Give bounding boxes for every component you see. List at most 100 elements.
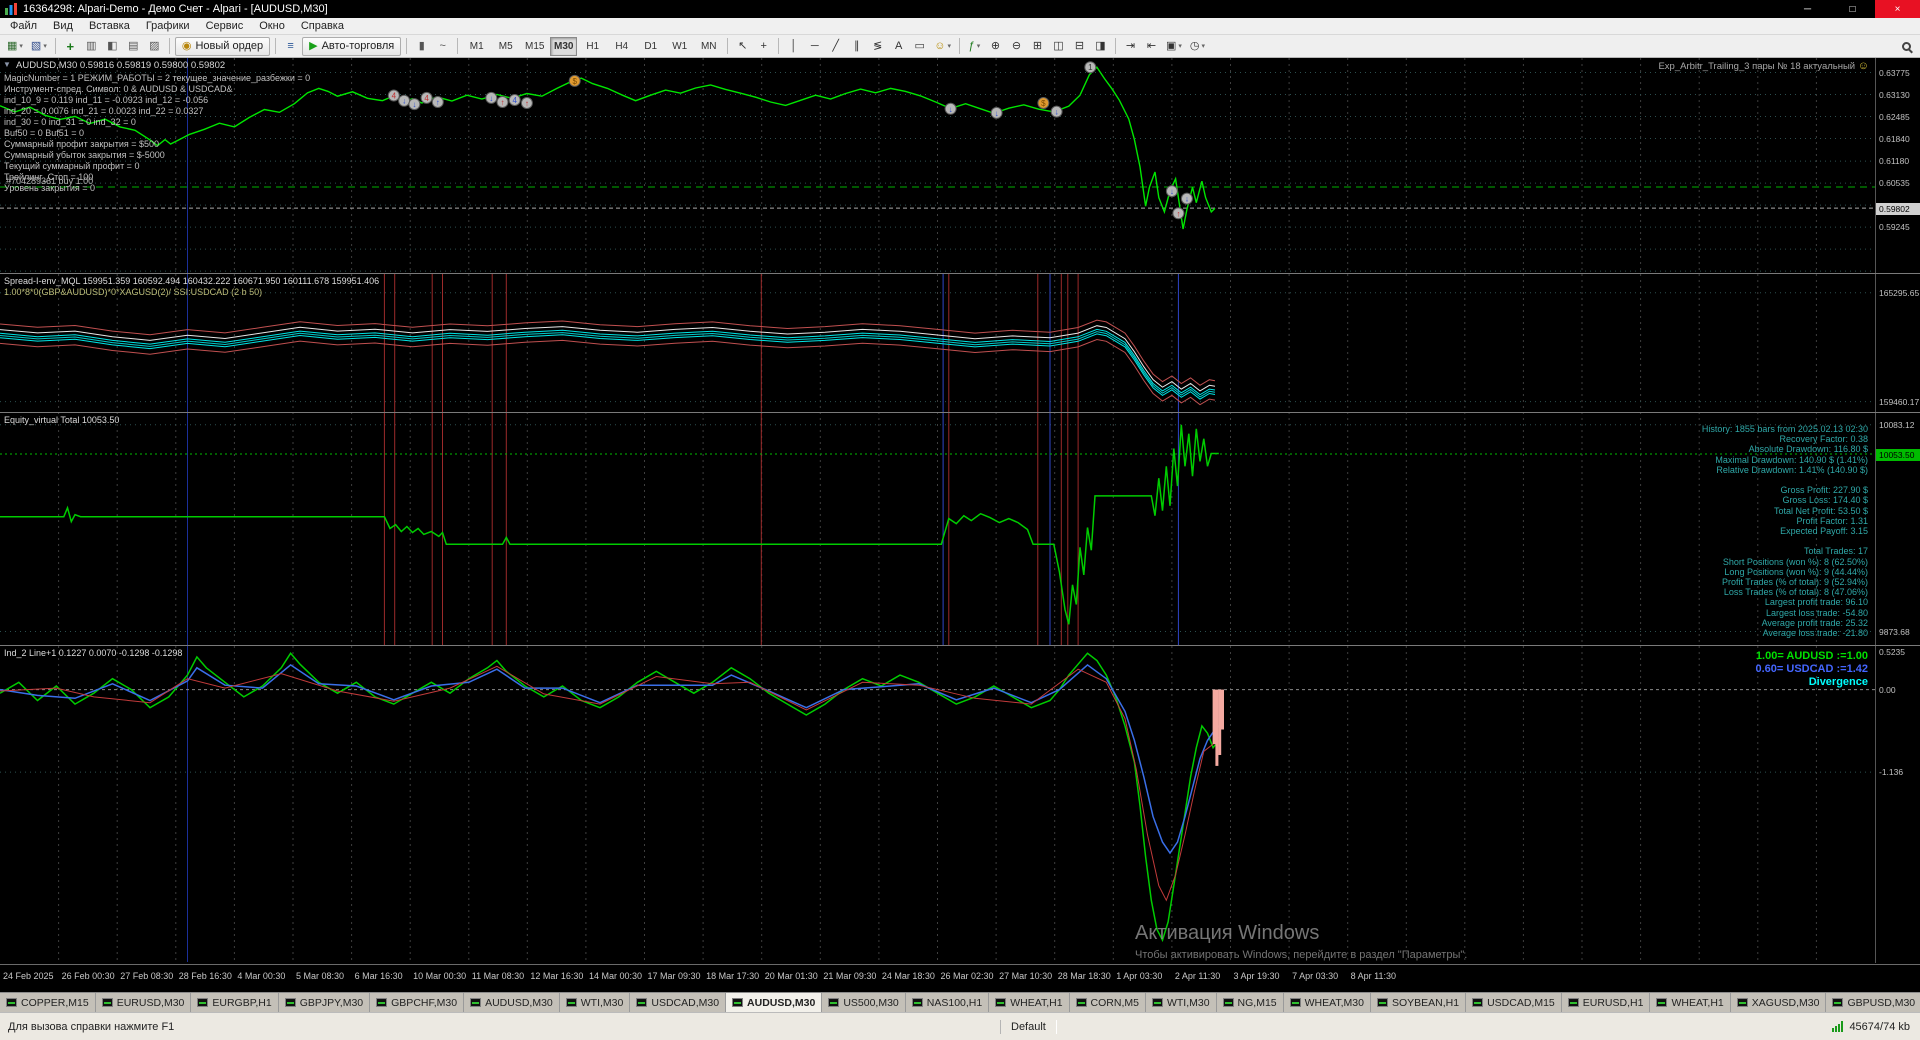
fibonacci-button[interactable]: ≶ <box>868 37 887 56</box>
chart-tab-icon <box>828 998 839 1007</box>
chart-tab-eurusdh1[interactable]: EURUSD,H1 <box>1562 993 1651 1012</box>
dropdown-arrow-icon: ▾ <box>1178 42 1182 50</box>
tile-horizontal-button[interactable]: ⊟ <box>1070 37 1089 56</box>
chart-tab-icon <box>1656 998 1667 1007</box>
chart-tab-audusdm30[interactable]: AUDUSD,M30 <box>464 993 560 1012</box>
chart-tab-wheath1[interactable]: WHEAT,H1 <box>1650 993 1730 1012</box>
indicators-button[interactable]: ƒ▾ <box>965 37 984 56</box>
market-watch-button[interactable]: + <box>61 37 80 56</box>
close-button[interactable]: × <box>1875 0 1920 18</box>
autotrade-icon: ▶ <box>309 41 317 52</box>
timeframe-m30[interactable]: M30 <box>550 37 577 56</box>
time-axis[interactable]: 24 Feb 202526 Feb 00:3027 Feb 08:3028 Fe… <box>0 964 1920 992</box>
chart-tab-eurusdm30[interactable]: EURUSD,M30 <box>96 993 192 1012</box>
timeframe-h1[interactable]: H1 <box>579 37 606 56</box>
menu-charts[interactable]: Графики <box>138 19 198 33</box>
zoom-out-button[interactable]: ⊖ <box>1007 37 1026 56</box>
tile-vertical-button[interactable]: ◨ <box>1091 37 1110 56</box>
menu-insert[interactable]: Вставка <box>81 19 138 33</box>
tile-windows-icon: ⊞ <box>1033 41 1042 52</box>
new-order-button[interactable]: ◉Новый ордер <box>175 37 270 56</box>
strategy-tester-button[interactable]: ▨ <box>145 37 164 56</box>
trendline-button[interactable]: ╱ <box>826 37 845 56</box>
text-label-button[interactable]: ▭ <box>910 37 929 56</box>
chart-tab-audusdm30[interactable]: AUDUSD,M30 <box>726 993 822 1012</box>
chart-canvas[interactable]: 4↓↓4↑↓↑4↑$↓↓$↓1↓↑↓ <box>0 58 1875 963</box>
timeframe-m5[interactable]: M5 <box>492 37 519 56</box>
text-button[interactable]: A <box>889 37 908 56</box>
tile-windows-button[interactable]: ⊞ <box>1028 37 1047 56</box>
chart-tab-soybeanh1[interactable]: SOYBEAN,H1 <box>1371 993 1466 1012</box>
chart-tab-label: CORN,M5 <box>1091 997 1139 1009</box>
status-profile[interactable]: Default <box>1000 1020 1057 1034</box>
chart-tab-copperm15[interactable]: COPPER,M15 <box>0 993 96 1012</box>
timeframe-d1[interactable]: D1 <box>637 37 664 56</box>
chart-tab-wtim30[interactable]: WTI,M30 <box>560 993 631 1012</box>
cascade-windows-button[interactable]: ◫ <box>1049 37 1068 56</box>
chart-tab-usdcadm15[interactable]: USDCAD,M15 <box>1466 993 1562 1012</box>
chart-tab-icon <box>6 998 17 1007</box>
scale-tick: 0.62485 <box>1879 112 1910 122</box>
menu-file[interactable]: Файл <box>2 19 45 33</box>
chart-tab-ngm15[interactable]: NG,M15 <box>1217 993 1284 1012</box>
chart-tab-gbpjpym30[interactable]: GBPJPY,M30 <box>279 993 370 1012</box>
autotrade-button[interactable]: ▶Авто-торговля <box>302 37 401 56</box>
chart-tab-eurgbph1[interactable]: EURGBP,H1 <box>191 993 278 1012</box>
chart-tab-gbpusdm30[interactable]: GBPUSD,M30 <box>1826 993 1920 1012</box>
chart-tab-xagusdm30[interactable]: XAGUSD,M30 <box>1731 993 1827 1012</box>
search-button[interactable] <box>1897 37 1916 56</box>
timeframe-m1[interactable]: M1 <box>463 37 490 56</box>
chart-tab-label: AUDUSD,M30 <box>485 997 553 1009</box>
minimize-button[interactable]: ─ <box>1785 0 1830 18</box>
timeframe-h4[interactable]: H4 <box>608 37 635 56</box>
histogram-bar <box>1213 690 1216 745</box>
time-axis-label: 28 Feb 16:30 <box>179 971 232 981</box>
time-axis-label: 17 Mar 09:30 <box>648 971 701 981</box>
arrows-button[interactable]: ☺▾ <box>931 37 954 56</box>
one-click-trading-toggle[interactable]: ▼ <box>3 60 11 69</box>
panel-divider[interactable] <box>0 412 1920 413</box>
terminal-button[interactable]: ▤ <box>124 37 143 56</box>
chart-tab-us500m30[interactable]: US500,M30 <box>822 993 905 1012</box>
chart-tab-wheatm30[interactable]: WHEAT,M30 <box>1284 993 1371 1012</box>
templates-button[interactable]: ▣▾ <box>1163 37 1185 56</box>
dropdown-arrow-icon: ▾ <box>43 42 47 50</box>
crosshair-button[interactable]: + <box>754 37 773 56</box>
menu-help[interactable]: Справка <box>293 19 352 33</box>
new-chart-button[interactable]: ▦▾ <box>4 37 26 56</box>
auto-scroll-button[interactable]: ⇥ <box>1121 37 1140 56</box>
chart-tab-wheath1[interactable]: WHEAT,H1 <box>989 993 1069 1012</box>
data-window-button[interactable]: ▥ <box>82 37 101 56</box>
restore-button[interactable]: □ <box>1830 0 1875 18</box>
time-axis-label: 12 Mar 16:30 <box>530 971 583 981</box>
chart-tab-gbpchfm30[interactable]: GBPCHF,M30 <box>370 993 464 1012</box>
metaeditor-button[interactable]: ≡ <box>281 37 300 56</box>
vertical-line-button[interactable]: │ <box>784 37 803 56</box>
cursor-button[interactable]: ↖ <box>733 37 752 56</box>
chart-tab-cornm5[interactable]: CORN,M5 <box>1070 993 1146 1012</box>
timeframe-m15[interactable]: M15 <box>521 37 548 56</box>
menu-service[interactable]: Сервис <box>198 19 252 33</box>
menu-view[interactable]: Вид <box>45 19 81 33</box>
periods-button[interactable]: ◷▾ <box>1187 37 1208 56</box>
zoom-in-button[interactable]: ⊕ <box>986 37 1005 56</box>
horizontal-line-button[interactable]: ─ <box>805 37 824 56</box>
menu-window[interactable]: Окно <box>251 19 293 33</box>
ea-smiley-icon[interactable]: ☺ <box>1858 60 1869 72</box>
chart-shift-button[interactable]: ⇤ <box>1142 37 1161 56</box>
timeframe-w1[interactable]: W1 <box>666 37 693 56</box>
profiles-button[interactable]: ▧▾ <box>28 37 50 56</box>
panel-divider[interactable] <box>0 273 1920 274</box>
channel-button[interactable]: ∥ <box>847 37 866 56</box>
chart-line-button[interactable]: ~ <box>433 37 452 56</box>
time-axis-label: 26 Feb 00:30 <box>62 971 115 981</box>
chart-tab-wtim30[interactable]: WTI,M30 <box>1146 993 1217 1012</box>
chart-tab-nas100h1[interactable]: NAS100,H1 <box>906 993 989 1012</box>
panel-divider[interactable] <box>0 645 1920 646</box>
chart-tab-icon <box>1832 998 1843 1007</box>
price-scale[interactable]: 0.637750.631300.624850.618400.611800.605… <box>1875 58 1920 963</box>
timeframe-mn[interactable]: MN <box>695 37 722 56</box>
chart-bars-button[interactable]: ▮ <box>412 37 431 56</box>
chart-tab-usdcadm30[interactable]: USDCAD,M30 <box>630 993 726 1012</box>
navigator-button[interactable]: ◧ <box>103 37 122 56</box>
